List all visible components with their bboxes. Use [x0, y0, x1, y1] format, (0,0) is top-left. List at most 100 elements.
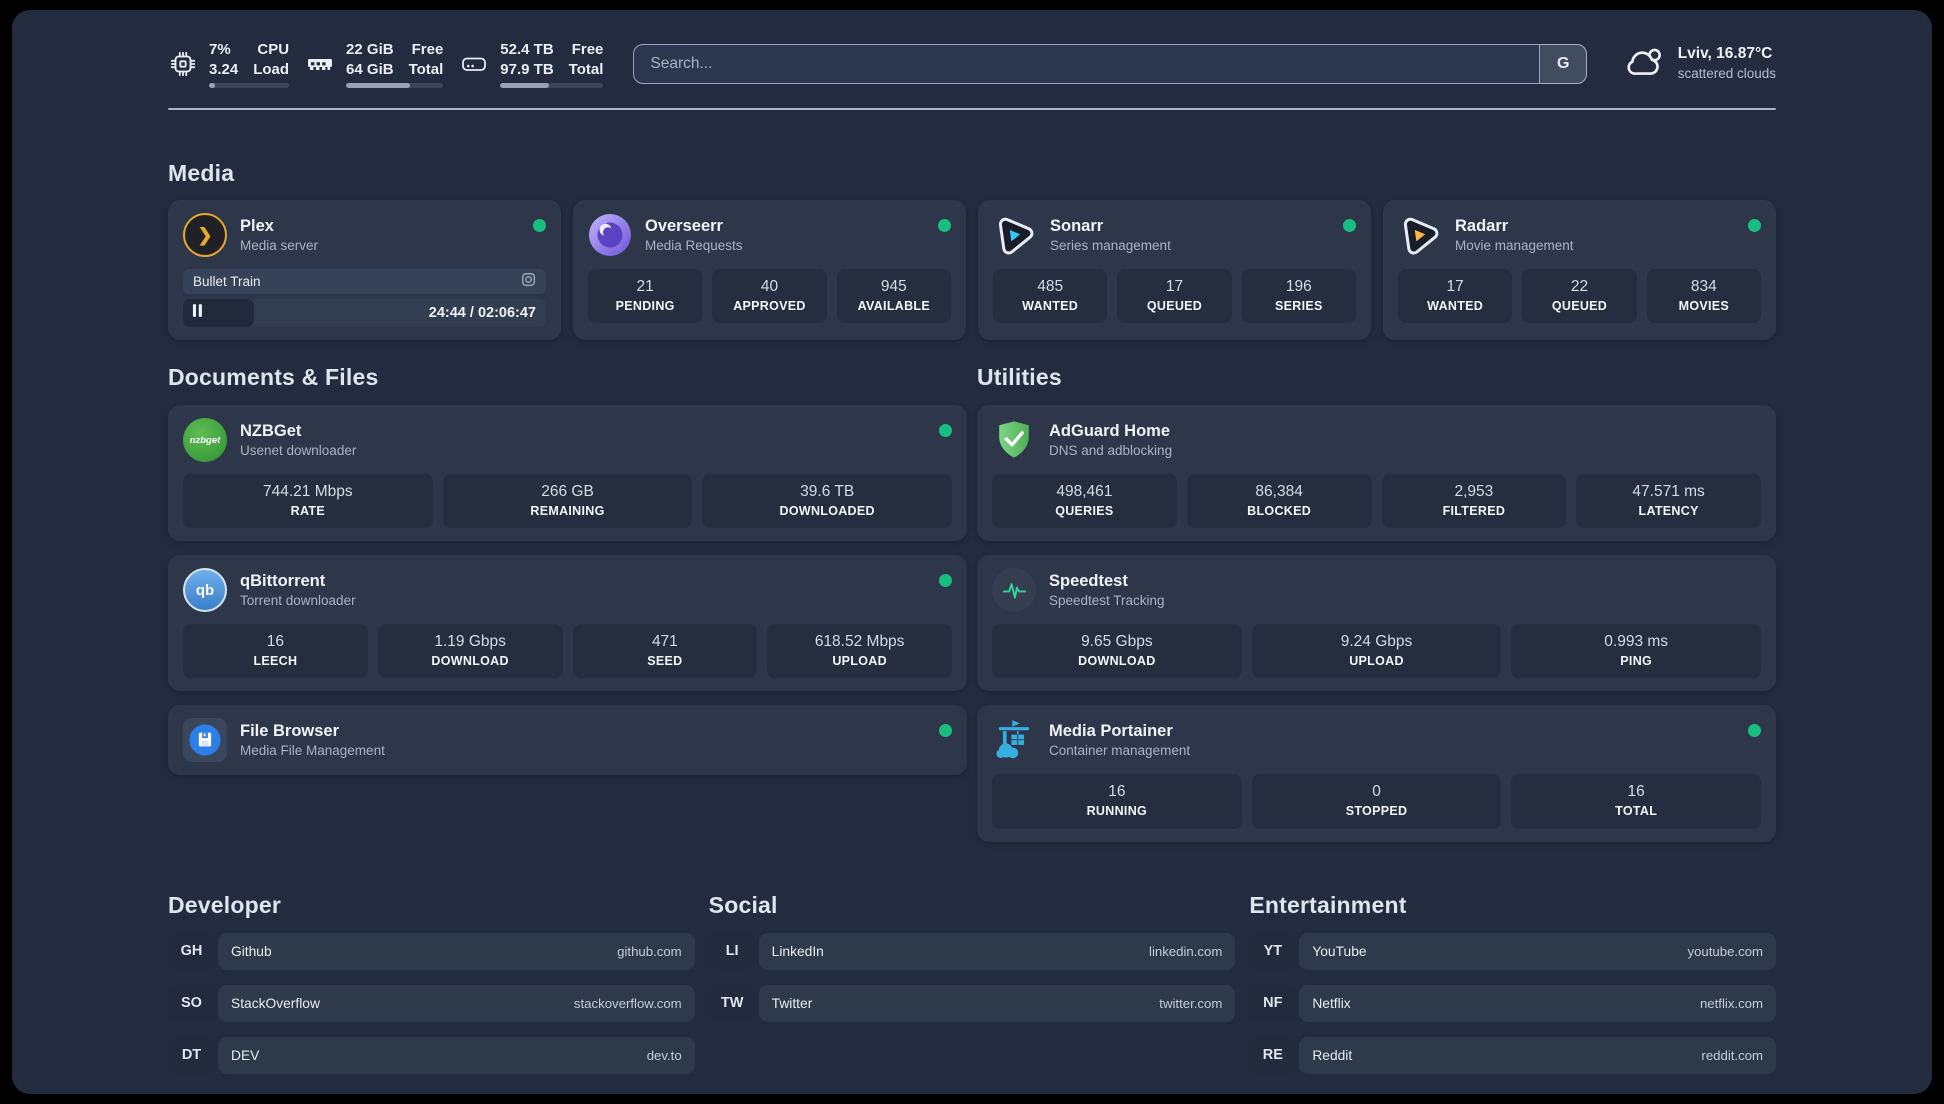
- link-badge: SO: [168, 984, 215, 1022]
- stat-box: 16 RUNNING: [992, 774, 1242, 829]
- weather-widget: Lviv, 16.87°C scattered clouds: [1621, 44, 1776, 85]
- sonarr-icon: [993, 213, 1037, 257]
- documents-section-title: Documents & Files: [168, 364, 379, 390]
- window-frame: 7% 3.24 CPU Load 22 GiB 64 GiB Free Total: [0, 0, 1944, 1104]
- stat-box: 16 TOTAL: [1511, 774, 1762, 829]
- stat-box: 945 AVAILABLE: [836, 269, 951, 324]
- link-stackoverflow[interactable]: SO StackOverflow stackoverflow.com: [168, 984, 695, 1022]
- entertainment-section-title: Entertainment: [1249, 891, 1407, 918]
- cpu-icon: [168, 49, 198, 79]
- app-card-overseerr[interactable]: Overseerr Media Requests 21 PENDING 40 APP…: [573, 200, 966, 340]
- filebrowser-icon: [183, 718, 227, 763]
- link-twitter[interactable]: TW Twitter twitter.com: [708, 984, 1236, 1022]
- stat-box: 9.65 Gbps DOWNLOAD: [992, 624, 1242, 679]
- status-dot: [1748, 219, 1761, 232]
- app-name: Radarr: [1455, 216, 1509, 235]
- app-desc: Usenet downloader: [240, 442, 357, 458]
- app-desc: Media Requests: [645, 237, 743, 253]
- stat-box: 86,384 BLOCKED: [1186, 474, 1372, 529]
- app-card-speedtest[interactable]: Speedtest Speedtest Tracking 9.65 Gbps DO…: [977, 555, 1776, 692]
- link-name: StackOverflow: [231, 995, 320, 1011]
- app-name: Media Portainer: [1049, 721, 1173, 740]
- speedtest-icon: [992, 568, 1036, 613]
- app-desc: Series management: [1050, 237, 1171, 253]
- app-name: Sonarr: [1050, 216, 1104, 235]
- stat-box: 0.993 ms PING: [1511, 624, 1762, 679]
- link-name: Twitter: [771, 995, 813, 1011]
- status-dot: [939, 724, 952, 738]
- app-card-sonarr[interactable]: Sonarr Series management 485 WANTED 17 QUE…: [978, 200, 1371, 340]
- link-youtube[interactable]: YT YouTube youtube.com: [1249, 932, 1776, 970]
- cpu-progress-track: [209, 83, 290, 89]
- ram-progress-fill: [346, 83, 411, 89]
- stat-box: 266 GB REMAINING: [442, 474, 693, 529]
- qbittorrent-icon: qb: [183, 568, 227, 613]
- app-name: qBittorrent: [240, 571, 326, 590]
- pause-icon: [192, 304, 203, 322]
- app-card-filebrowser[interactable]: File Browser Media File Management: [168, 705, 967, 776]
- app-card-nzbget[interactable]: nzbget NZBGet Usenet downloader 744.21 M…: [168, 405, 967, 542]
- header-divider: [168, 108, 1776, 110]
- search-input[interactable]: [633, 44, 1587, 84]
- header: 7% 3.24 CPU Load 22 GiB 64 GiB Free Total: [168, 36, 1776, 92]
- ram-progress-track: [346, 83, 444, 89]
- link-url: linkedin.com: [1149, 943, 1223, 959]
- stat-box: 47.571 ms LATENCY: [1576, 474, 1761, 529]
- cpu-progress-fill: [209, 83, 215, 89]
- link-reddit[interactable]: RE Reddit reddit.com: [1249, 1036, 1776, 1074]
- app-desc: Speedtest Tracking: [1049, 593, 1165, 609]
- stat-box: 744.21 Mbps RATE: [183, 474, 433, 529]
- disk-progress-track: [500, 83, 604, 89]
- app-desc: Movie management: [1455, 237, 1574, 253]
- links-area: Developer GH Github github.com SO StackOv…: [168, 892, 1776, 1074]
- app-desc: Media File Management: [240, 743, 385, 759]
- link-badge: RE: [1249, 1036, 1297, 1074]
- status-dot: [533, 219, 546, 232]
- app-card-qbittorrent[interactable]: qb qBittorrent Torrent downloader 16 LEEC…: [168, 555, 967, 692]
- status-dot: [939, 424, 952, 437]
- app-card-plex[interactable]: ❯ Plex Media server Bullet Train 24:44 /…: [168, 200, 561, 340]
- link-netflix[interactable]: NF Netflix netflix.com: [1249, 984, 1776, 1022]
- utilities-section-title: Utilities: [977, 364, 1062, 390]
- stat-box: 39.6 TB DOWNLOADED: [702, 474, 953, 529]
- app-card-radarr[interactable]: Radarr Movie management 17 WANTED 22 QUEUE…: [1383, 200, 1776, 340]
- app-name: AdGuard Home: [1049, 421, 1171, 440]
- radarr-icon: [1398, 213, 1442, 257]
- section-developer: Developer GH Github github.com SO StackOv…: [168, 892, 695, 1074]
- link-name: YouTube: [1312, 943, 1367, 959]
- now-playing-row: Bullet Train: [183, 269, 546, 294]
- status-dot: [1343, 219, 1356, 232]
- media-section-title: Media: [168, 160, 235, 186]
- link-name: Netflix: [1312, 995, 1351, 1011]
- search-provider-button[interactable]: G: [1538, 44, 1587, 84]
- disk-total-label: Total: [568, 60, 604, 78]
- media-grid: ❯ Plex Media server Bullet Train 24:44 /…: [168, 200, 1776, 340]
- stat-box: 21 PENDING: [588, 269, 703, 324]
- disk-free-label: Free: [571, 40, 604, 58]
- app-card-portainer[interactable]: Media Portainer Container management 16 R…: [977, 705, 1776, 842]
- ram-icon: [305, 49, 335, 79]
- disk-progress-fill: [500, 83, 549, 89]
- status-dot: [938, 219, 951, 232]
- stat-box: 485 WANTED: [993, 269, 1108, 324]
- link-dev[interactable]: DT DEV dev.to: [168, 1036, 695, 1074]
- app-name: NZBGet: [240, 421, 302, 440]
- status-dot: [939, 574, 952, 588]
- section-media: Media ❯ Plex Media server Bullet Train 2…: [168, 160, 1776, 340]
- stat-box: 834 MOVIES: [1646, 269, 1761, 324]
- ram-total-value: 64 GiB: [346, 60, 394, 78]
- link-github[interactable]: GH Github github.com: [168, 932, 695, 970]
- section-entertainment: Entertainment YT YouTube youtube.com NF N…: [1249, 892, 1776, 1074]
- stat-box: 618.52 Mbps UPLOAD: [767, 624, 952, 679]
- stat-box: 498,461 QUERIES: [992, 474, 1177, 529]
- playback-progress-track: 24:44 / 02:06:47: [183, 299, 546, 327]
- stat-box: 2,953 FILTERED: [1381, 474, 1567, 529]
- app-desc: DNS and adblocking: [1049, 442, 1173, 458]
- link-url: stackoverflow.com: [573, 995, 682, 1011]
- app-desc: Media server: [240, 237, 319, 253]
- link-linkedin[interactable]: LI LinkedIn linkedin.com: [708, 932, 1236, 970]
- disk-total-value: 97.9 TB: [500, 60, 554, 78]
- cpu-percent: 7%: [209, 40, 231, 58]
- link-url: dev.to: [646, 1047, 682, 1063]
- app-card-adguard[interactable]: AdGuard Home DNS and adblocking 498,461 Q…: [977, 405, 1776, 542]
